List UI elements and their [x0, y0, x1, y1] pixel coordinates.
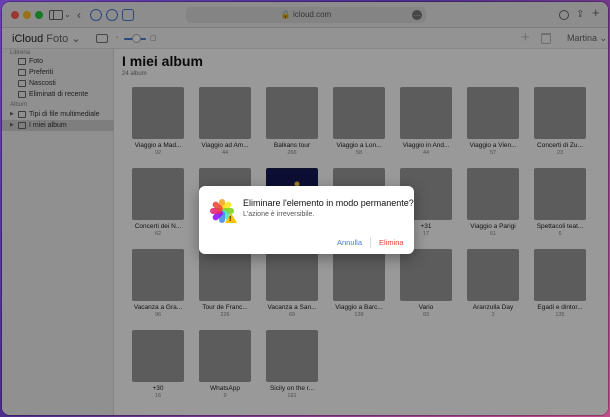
dialog-title: Eliminare l'elemento in modo permanente? [243, 198, 414, 208]
photos-app-icon: ! [209, 198, 237, 224]
delete-confirm-dialog: ! Eliminare l'elemento in modo permanent… [199, 186, 414, 254]
delete-button[interactable]: Elimina [379, 238, 404, 247]
cancel-button[interactable]: Annulla [337, 238, 362, 247]
dialog-message: L'azione è irreversibile. [243, 211, 315, 218]
browser-window: ⌄ ‹ 🔒 icloud.com … ⇪ + iCloud Foto ⌄ ▫ ▢… [2, 2, 608, 415]
button-divider [370, 237, 371, 248]
